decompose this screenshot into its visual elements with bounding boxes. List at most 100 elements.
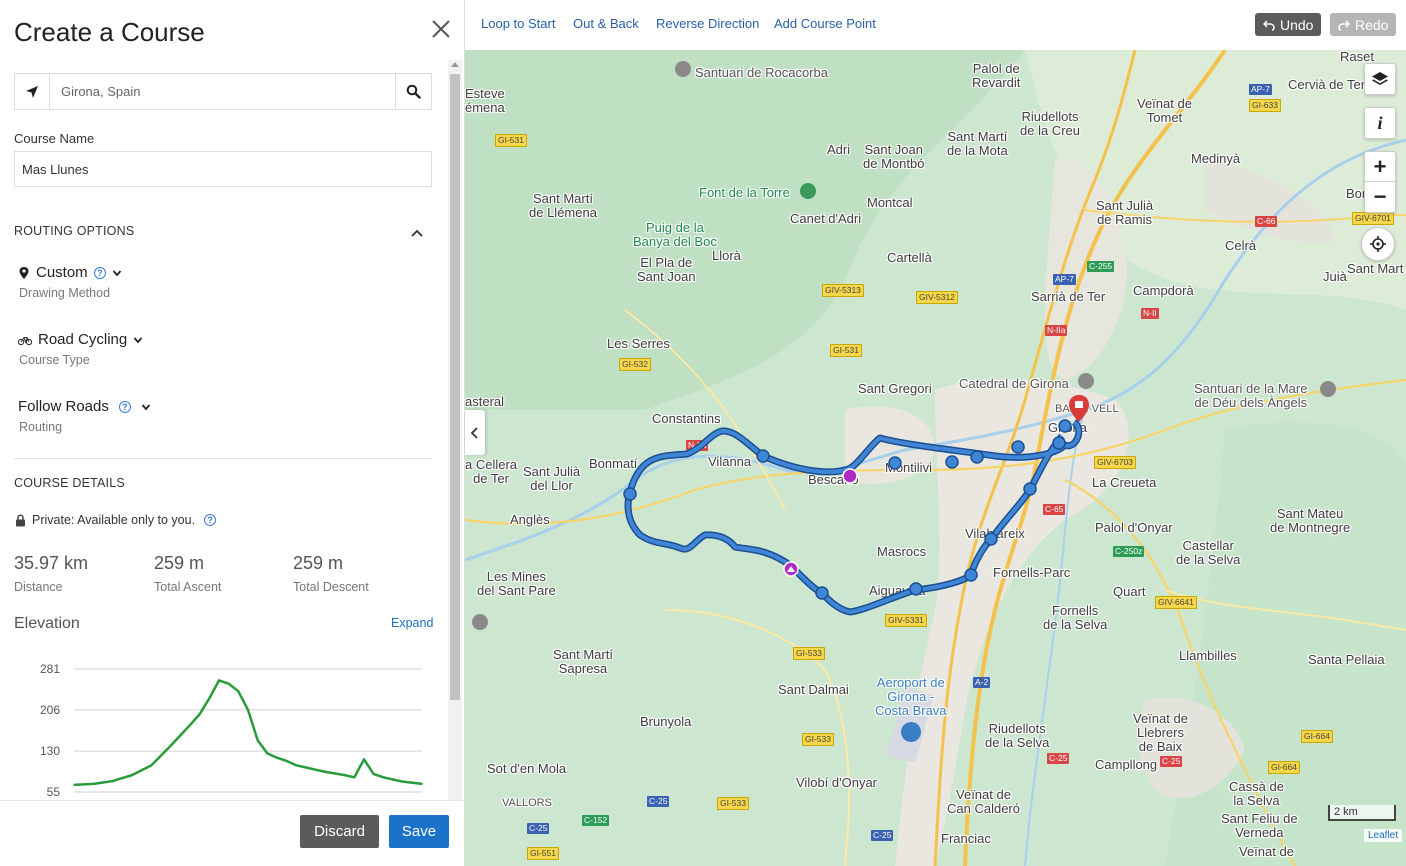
map-scale: 2 km xyxy=(1328,805,1396,821)
elevation-point xyxy=(150,764,153,767)
help-icon[interactable]: ? xyxy=(118,400,131,413)
course-type-option[interactable]: Road Cycling Course Type xyxy=(18,331,143,367)
route-waypoint[interactable] xyxy=(815,586,829,600)
chevron-down-icon[interactable] xyxy=(133,335,143,345)
tree-icon xyxy=(800,183,816,199)
layers-button[interactable] xyxy=(1364,63,1396,95)
zoom-out-button[interactable]: − xyxy=(1364,182,1396,212)
course-name-input[interactable] xyxy=(14,151,432,187)
elevation-line xyxy=(73,679,423,787)
route-waypoint[interactable] xyxy=(970,450,984,464)
chevron-down-icon[interactable] xyxy=(112,268,122,278)
undo-icon xyxy=(1263,19,1275,31)
route-waypoint[interactable] xyxy=(756,449,770,463)
route-waypoint[interactable] xyxy=(964,568,978,582)
elevation-point xyxy=(92,783,95,785)
y-tick-label: 281 xyxy=(40,662,60,676)
help-icon[interactable]: ? xyxy=(93,266,106,279)
collapse-panel-tab[interactable] xyxy=(465,410,485,455)
locate-button[interactable] xyxy=(15,74,50,109)
elevation-point xyxy=(266,752,269,755)
course-type-label: Course Type xyxy=(19,353,90,367)
route-waypoint[interactable] xyxy=(1052,436,1066,450)
finish-flag-icon[interactable] xyxy=(1069,395,1089,422)
panel-title: Create a Course xyxy=(14,17,205,47)
route-waypoint[interactable] xyxy=(945,455,959,469)
routing-option[interactable]: Follow Roads ? Routing xyxy=(18,398,151,434)
routing-options-header[interactable]: ROUTING OPTIONS xyxy=(14,224,134,238)
panel-scrollbar[interactable] xyxy=(448,60,462,800)
privacy-setting[interactable]: Private: Available only to you. ? xyxy=(15,513,217,527)
reverse-direction-link[interactable]: Reverse Direction xyxy=(656,16,759,31)
loop-to-start-link[interactable]: Loop to Start xyxy=(481,16,555,31)
y-tick-label: 206 xyxy=(40,703,60,717)
elevation-point xyxy=(314,768,317,771)
elevation-point xyxy=(392,778,394,781)
create-course-panel: Create a Course Course Name ROUTING OPTI… xyxy=(0,0,465,866)
discard-button[interactable]: Discard xyxy=(300,815,379,848)
route-waypoint[interactable] xyxy=(909,582,923,596)
info-button[interactable]: i xyxy=(1364,107,1396,139)
location-search-input[interactable] xyxy=(50,74,395,109)
route-waypoint[interactable] xyxy=(1011,440,1025,454)
drawing-method-option[interactable]: Custom ? Drawing Method xyxy=(18,264,122,300)
descent-stat: 259 m Total Descent xyxy=(293,553,369,594)
panel-scroll-area: Create a Course Course Name ROUTING OPTI… xyxy=(0,0,448,800)
add-course-point-link[interactable]: Add Course Point xyxy=(774,16,876,31)
elevation-point xyxy=(237,690,240,693)
elevation-point xyxy=(189,724,191,726)
elevation-point xyxy=(198,713,201,715)
elevation-point xyxy=(353,776,356,779)
church-icon xyxy=(472,614,488,630)
elevation-point xyxy=(131,774,133,776)
zoom-in-button[interactable]: + xyxy=(1364,152,1396,182)
info-icon: i xyxy=(1377,112,1383,133)
elevation-point xyxy=(334,772,336,775)
routing-value: Follow Roads xyxy=(18,398,109,415)
expand-link[interactable]: Expand xyxy=(391,616,433,630)
search-button[interactable] xyxy=(395,74,431,109)
church-icon xyxy=(1320,381,1336,397)
climb-marker-icon[interactable] xyxy=(842,468,858,484)
help-icon[interactable]: ? xyxy=(204,514,217,526)
crosshair-icon xyxy=(1370,236,1386,252)
scrollbar-thumb[interactable] xyxy=(450,74,460,700)
route-line[interactable] xyxy=(626,420,1081,614)
elevation-point xyxy=(411,781,414,784)
elevation-point xyxy=(276,756,278,759)
elevation-point xyxy=(208,697,211,700)
save-button[interactable]: Save xyxy=(389,815,449,848)
search-icon xyxy=(406,84,421,99)
route-waypoint[interactable] xyxy=(1023,482,1037,496)
elevation-point xyxy=(227,682,230,685)
ascent-value: 259 m xyxy=(154,553,205,573)
chevron-down-icon[interactable] xyxy=(141,402,151,412)
route-waypoint[interactable] xyxy=(984,532,998,546)
elevation-chart: 55 130 206 281 xyxy=(40,662,423,799)
airplane-icon xyxy=(901,722,921,742)
route-map[interactable]: Santuari de Rocacorba Palol de Revardit Est… xyxy=(465,50,1406,866)
elevation-point xyxy=(305,766,307,769)
undo-button[interactable]: Undo xyxy=(1255,13,1322,36)
leaflet-attribution[interactable]: Leaflet xyxy=(1364,829,1403,842)
location-search xyxy=(14,73,432,110)
redo-button[interactable]: Redo xyxy=(1330,13,1397,36)
scroll-up-arrow[interactable] xyxy=(451,62,459,67)
elevation-point xyxy=(372,773,375,775)
route-waypoint[interactable] xyxy=(623,487,637,501)
close-icon[interactable] xyxy=(428,16,454,42)
chevron-left-icon xyxy=(470,426,478,439)
out-and-back-link[interactable]: Out & Back xyxy=(573,16,639,31)
route-waypoint[interactable] xyxy=(888,456,902,470)
drawing-method-label: Drawing Method xyxy=(19,286,111,300)
route-waypoint[interactable] xyxy=(1058,419,1072,433)
elevation-point xyxy=(169,744,172,747)
navigation-arrow-icon xyxy=(26,85,38,98)
finish-square-icon xyxy=(1075,401,1083,408)
locate-me-button[interactable] xyxy=(1361,227,1395,261)
elevation-point xyxy=(247,709,249,711)
collapse-chevron-icon[interactable] xyxy=(409,225,425,241)
elevation-point xyxy=(73,784,75,786)
church-icon xyxy=(675,61,691,77)
elevation-point xyxy=(256,739,259,742)
